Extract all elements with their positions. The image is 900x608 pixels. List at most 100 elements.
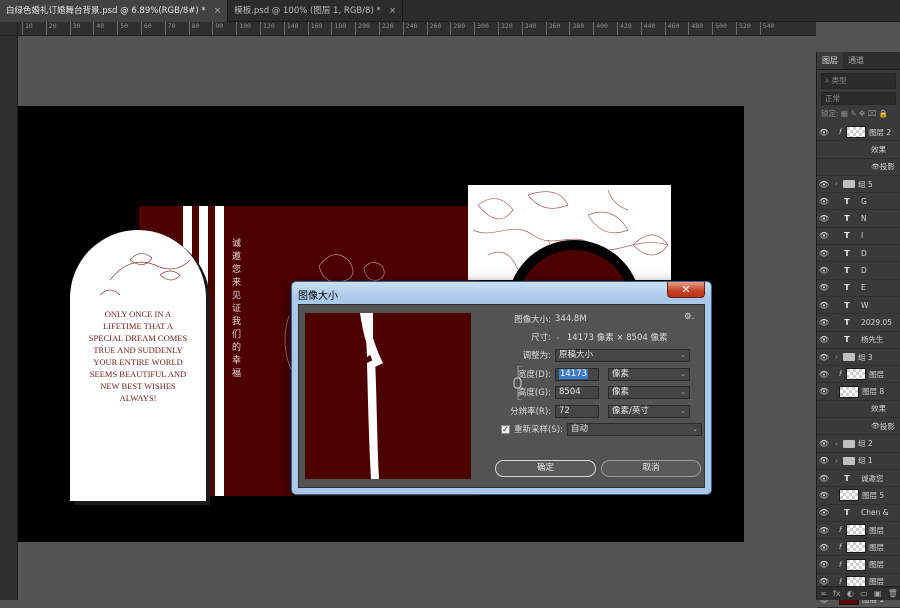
- height-input[interactable]: 8504: [555, 385, 599, 399]
- chevron-right-icon[interactable]: ›: [835, 180, 843, 188]
- gear-icon[interactable]: ⚙.: [684, 312, 694, 322]
- blend-mode-select[interactable]: 正常: [821, 92, 896, 105]
- layer-row[interactable]: 👁 T D: [817, 262, 900, 280]
- layer-row[interactable]: 👁 图层 5: [817, 487, 900, 505]
- layer-row[interactable]: 👁 T Chen &: [817, 505, 900, 522]
- layer-row[interactable]: 👁 投影: [817, 418, 900, 436]
- resolution-unit-select[interactable]: 像素/英寸 ⌄: [608, 404, 690, 418]
- visibility-eye-icon[interactable]: 👁: [817, 474, 831, 483]
- layer-row[interactable]: 效果: [817, 141, 900, 159]
- layer-row[interactable]: 👁 f 图层: [817, 366, 900, 384]
- visibility-eye-icon[interactable]: 👁: [817, 508, 831, 517]
- layer-row[interactable]: 👁 T G: [817, 193, 900, 211]
- image-size-row: 图像大小: 344.8M: [479, 312, 587, 326]
- ruler-corner[interactable]: [0, 22, 18, 36]
- visibility-eye-icon[interactable]: 👁: [817, 128, 831, 137]
- layer-row[interactable]: 👁 f 图层: [817, 539, 900, 557]
- visibility-eye-icon[interactable]: 👁: [817, 491, 831, 500]
- layer-row[interactable]: 👁 T 杨先生: [817, 332, 900, 349]
- layer-row[interactable]: 👁 f 图层 2: [817, 124, 900, 142]
- document-tab-1[interactable]: 白绿色婚礼订婚舞台背景.psd @ 6.89%(RGB/8#) * ×: [0, 0, 229, 22]
- layer-row[interactable]: 👁 T N: [817, 211, 900, 228]
- layer-row[interactable]: 👁 T E: [817, 280, 900, 297]
- width-unit-select[interactable]: 像素 ⌄: [608, 367, 690, 381]
- cancel-button[interactable]: 取消: [601, 460, 701, 477]
- height-unit-select[interactable]: 像素 ⌄: [608, 385, 690, 399]
- tab-channels[interactable]: 通道: [843, 52, 869, 69]
- visibility-eye-icon[interactable]: 👁: [817, 283, 831, 292]
- link-layers-icon[interactable]: ∞: [820, 587, 827, 600]
- resample-value: 自动: [571, 423, 589, 434]
- visibility-eye-icon[interactable]: 👁: [817, 543, 831, 552]
- visibility-eye-icon[interactable]: 👁: [817, 353, 831, 362]
- height-row: 高度(G): 8504 像素 ⌄: [479, 385, 690, 399]
- resolution-input[interactable]: 72: [555, 404, 599, 418]
- folder-icon: [843, 456, 855, 465]
- visibility-eye-icon[interactable]: 👁: [817, 387, 831, 396]
- document-tab-2[interactable]: 模板.psd @ 100% (图层 1, RGB/8) * ×: [228, 0, 404, 22]
- layer-row[interactable]: 👁 f 图层: [817, 557, 900, 574]
- effect-eye-icon[interactable]: 👁: [871, 422, 880, 430]
- chevron-right-icon[interactable]: ›: [835, 353, 843, 361]
- height-label: 高度(G):: [517, 388, 551, 398]
- visibility-eye-icon[interactable]: 👁: [817, 439, 831, 448]
- visibility-eye-icon[interactable]: 👁: [817, 231, 831, 240]
- vertical-ruler[interactable]: [0, 36, 18, 600]
- text-layer-icon: T: [844, 317, 850, 327]
- visibility-eye-icon[interactable]: 👁: [817, 214, 831, 223]
- ok-button[interactable]: 确定: [495, 460, 596, 477]
- chevron-right-icon[interactable]: ›: [835, 457, 843, 465]
- ruler-tick-label: 280: [450, 22, 465, 35]
- layer-row[interactable]: 👁 › 组 3: [817, 349, 900, 367]
- layer-row[interactable]: 👁 T W: [817, 297, 900, 315]
- fit-to-select[interactable]: 原稿大小 ⌄: [555, 348, 690, 362]
- effect-eye-icon[interactable]: 👁: [871, 163, 880, 171]
- layer-row[interactable]: 效果: [817, 401, 900, 419]
- dimensions-row: 尺寸: ⌄ 14173 像素 × 8504 像素: [479, 330, 667, 344]
- tab-layers[interactable]: 图层: [817, 52, 843, 69]
- layer-filter-input[interactable]: ⌕ 类型: [821, 73, 896, 89]
- dialog-close-button[interactable]: ✕: [667, 282, 705, 298]
- layer-row[interactable]: 👁 T D: [817, 245, 900, 263]
- close-icon[interactable]: ×: [389, 0, 397, 22]
- visibility-eye-icon[interactable]: 👁: [817, 560, 831, 569]
- layer-row[interactable]: 👁 › 组 2: [817, 435, 900, 453]
- layer-row[interactable]: 👁 图层 8: [817, 384, 900, 401]
- layer-row[interactable]: 👁 f 图层: [817, 522, 900, 540]
- new-layer-icon[interactable]: ▣: [874, 587, 882, 600]
- visibility-eye-icon[interactable]: 👁: [817, 318, 831, 327]
- visibility-eye-icon[interactable]: 👁: [817, 180, 831, 189]
- layer-name: 图层: [869, 560, 884, 570]
- visibility-eye-icon[interactable]: 👁: [817, 249, 831, 258]
- layer-name: W: [861, 300, 869, 310]
- mask-icon[interactable]: ◐: [847, 587, 854, 600]
- new-group-icon[interactable]: ▭: [860, 587, 868, 600]
- visibility-eye-icon[interactable]: 👁: [817, 301, 831, 310]
- visibility-eye-icon[interactable]: 👁: [817, 266, 831, 275]
- horizontal-ruler[interactable]: 10 20 30 40 50 60 70 80 90 100 120 140 160 180 200 220 2…: [18, 22, 816, 36]
- layer-row[interactable]: 👁 T I: [817, 228, 900, 246]
- layer-row[interactable]: 👁 投影: [817, 159, 900, 176]
- close-icon[interactable]: ×: [214, 0, 222, 22]
- chevron-down-icon[interactable]: ⌄: [555, 333, 561, 341]
- visibility-eye-icon[interactable]: 👁: [817, 335, 831, 344]
- visibility-eye-icon[interactable]: 👁: [817, 197, 831, 206]
- ruler-tick-label: 160: [307, 22, 322, 35]
- fx-icon[interactable]: fx: [833, 587, 841, 600]
- trash-icon[interactable]: 🗑: [888, 587, 898, 600]
- width-input[interactable]: 14173: [555, 367, 599, 381]
- visibility-eye-icon[interactable]: 👁: [817, 526, 831, 535]
- resample-checkbox[interactable]: ✓: [501, 424, 510, 434]
- text-layer-icon: T: [844, 214, 850, 224]
- resample-select[interactable]: 自动 ⌄: [567, 422, 702, 436]
- layer-row[interactable]: 👁 T 诚邀您: [817, 470, 900, 488]
- visibility-eye-icon[interactable]: 👁: [817, 456, 831, 465]
- chevron-right-icon[interactable]: ›: [835, 440, 843, 448]
- visibility-eye-icon[interactable]: 👁: [817, 370, 831, 379]
- image-preview[interactable]: [305, 313, 471, 479]
- lock-icon[interactable]: ▦ ✎ ✥ ⌧ 🔒: [841, 109, 888, 118]
- layer-row[interactable]: 👁 T 2029.05: [817, 314, 900, 332]
- ruler-tick-label: 30: [69, 22, 80, 35]
- layer-row[interactable]: 👁 › 组 5: [817, 176, 900, 194]
- layer-row[interactable]: 👁 › 组 1: [817, 453, 900, 470]
